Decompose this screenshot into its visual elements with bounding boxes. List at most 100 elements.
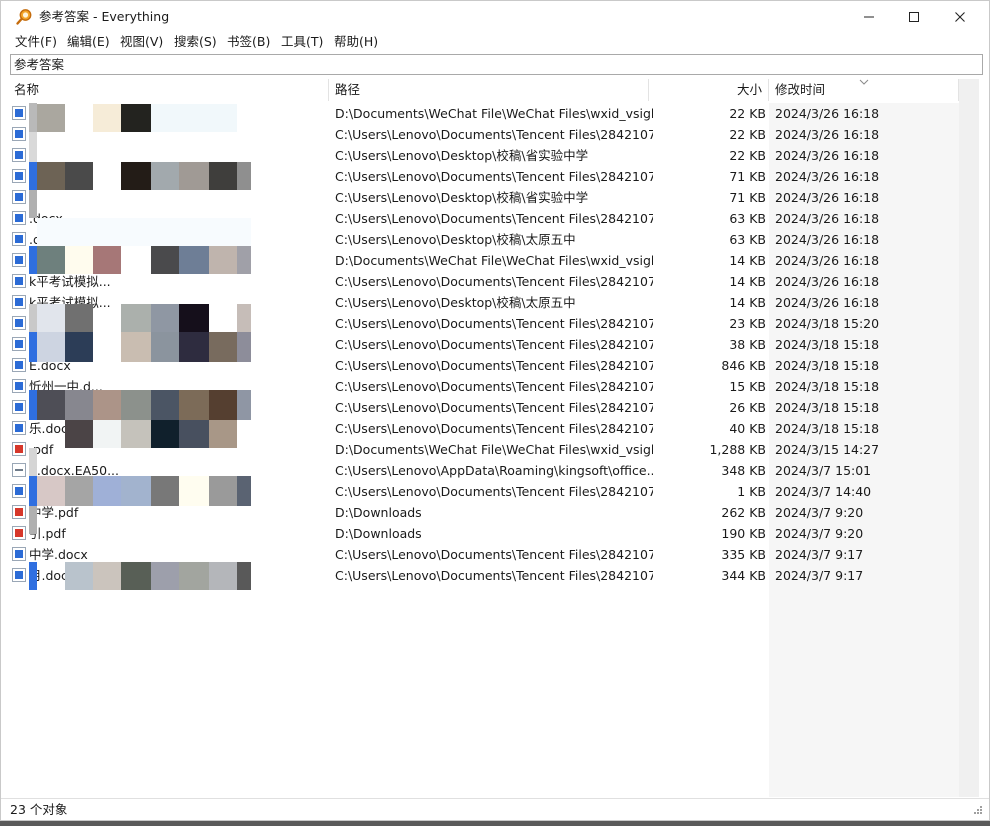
file-modified: 2024/3/26 16:18 [775, 274, 880, 289]
menu-file[interactable]: 文件(F) [15, 33, 57, 51]
word-document-icon [12, 190, 26, 204]
file-modified: 2024/3/26 16:18 [775, 169, 880, 184]
menu-search[interactable]: 搜索(S) [174, 33, 217, 51]
file-modified: 2024/3/18 15:18 [775, 421, 880, 436]
file-path: C:\Users\Lenovo\Documents\Tencent Files\… [335, 400, 653, 415]
file-path: C:\Users\Lenovo\Documents\Tencent Files\… [335, 358, 653, 373]
file-size: 71 KB [729, 190, 766, 205]
file-modified: 2024/3/26 16:18 [775, 232, 880, 247]
file-size: 344 KB [721, 568, 766, 583]
file-icon-mark [15, 382, 23, 390]
pdf-file-icon [12, 442, 26, 456]
column-modified[interactable]: 修改时间 [769, 79, 959, 101]
file-icon-mark [15, 340, 23, 348]
file-icon-mark [15, 445, 23, 453]
word-document-icon [12, 400, 26, 414]
file-path: C:\Users\Lenovo\Desktop\校稿\省实验中学 [335, 148, 589, 163]
search-magnifier-icon [16, 9, 32, 25]
file-size: 14 KB [729, 295, 766, 310]
file-path: C:\Users\Lenovo\Documents\Tencent Files\… [335, 421, 653, 436]
file-size: 335 KB [721, 547, 766, 562]
column-path[interactable]: 路径 [329, 79, 649, 101]
file-icon-mark [15, 172, 23, 180]
file-modified: 2024/3/18 15:18 [775, 400, 880, 415]
file-name: k平考试模拟... [29, 274, 111, 289]
resize-grip-icon[interactable] [971, 805, 983, 817]
file-size: 22 KB [729, 106, 766, 121]
file-path: C:\Users\Lenovo\AppData\Roaming\kingsoft… [335, 463, 653, 478]
file-modified: 2024/3/7 14:40 [775, 484, 872, 499]
pdf-file-icon [12, 526, 26, 540]
file-path: D:\Downloads [335, 505, 422, 520]
word-document-icon [12, 106, 26, 120]
file-icon-mark [15, 151, 23, 159]
file-icon-mark [15, 109, 23, 117]
menu-tools[interactable]: 工具(T) [281, 33, 323, 51]
vertical-scrollbar[interactable] [959, 79, 979, 797]
word-document-icon [12, 211, 26, 225]
word-document-icon [12, 316, 26, 330]
table-row[interactable]: x C:\Users\Lenovo\Desktop\校稿\省实验中学 71 KB 20… [9, 187, 959, 208]
pdf-file-icon [12, 505, 26, 519]
file-size: 262 KB [721, 505, 766, 520]
file-icon-mark [15, 403, 23, 411]
file-path: C:\Users\Lenovo\Documents\Tencent Files\… [335, 484, 653, 499]
file-modified: 2024/3/15 14:27 [775, 442, 880, 457]
file-size: 23 KB [729, 316, 766, 331]
table-row[interactable]: 引.pdf D:\Downloads 190 KB 2024/3/7 9:20 [9, 523, 959, 544]
file-size: 38 KB [729, 337, 766, 352]
word-document-icon [12, 148, 26, 162]
column-path-label: 路径 [335, 82, 361, 97]
menu-help[interactable]: 帮助(H) [334, 33, 378, 51]
search-input[interactable] [10, 54, 983, 75]
file-size: 63 KB [729, 232, 766, 247]
menu-bookmarks[interactable]: 书签(B) [227, 33, 270, 51]
maximize-button[interactable] [891, 1, 937, 32]
file-icon-mark [15, 550, 23, 558]
file-size: 71 KB [729, 169, 766, 184]
file-path: C:\Users\Lenovo\Desktop\校稿\省实验中学 [335, 190, 589, 205]
title-bar: 参考答案 - Everything [1, 1, 989, 32]
file-path: C:\Users\Lenovo\Documents\Tencent Files\… [335, 127, 653, 142]
table-row[interactable]: k平考试模拟... C:\Users\Lenovo\Documents\Tence… [9, 271, 959, 292]
file-modified: 2024/3/26 16:18 [775, 106, 880, 121]
file-size: 15 KB [729, 379, 766, 394]
window-title: 参考答案 - Everything [39, 9, 170, 24]
file-icon-mark [15, 193, 23, 201]
file-icon-mark [15, 571, 23, 579]
file-path: D:\Documents\WeChat File\WeChat Files\wx… [335, 106, 653, 121]
file-icon-mark [15, 361, 23, 369]
file-path: D:\Downloads [335, 526, 422, 541]
word-document-icon [12, 337, 26, 351]
file-size: 26 KB [729, 400, 766, 415]
file-size: 14 KB [729, 253, 766, 268]
close-icon [955, 11, 965, 22]
sort-descending-icon [859, 79, 869, 85]
column-header: 名称 路径 大小 修改时间 [9, 79, 959, 101]
file-modified: 2024/3/7 9:17 [775, 568, 864, 583]
file-icon-mark [15, 487, 23, 495]
close-button[interactable] [937, 1, 983, 32]
file-path: C:\Users\Lenovo\Documents\Tencent Files\… [335, 568, 653, 583]
file-modified: 2024/3/7 9:20 [775, 526, 864, 541]
file-size: 40 KB [729, 421, 766, 436]
minimize-button[interactable] [846, 1, 892, 32]
file-modified: 2024/3/26 16:18 [775, 211, 880, 226]
file-name: x [29, 187, 329, 208]
menu-view[interactable]: 视图(V) [120, 33, 163, 51]
file-modified: 2024/3/18 15:18 [775, 337, 880, 352]
menu-edit[interactable]: 编辑(E) [67, 33, 110, 51]
column-size[interactable]: 大小 [649, 79, 769, 101]
file-size: 22 KB [729, 127, 766, 142]
file-size: 190 KB [721, 526, 766, 541]
file-icon-mark [15, 235, 23, 243]
results-list: D:\Documents\WeChat File\WeChat Files\wx… [9, 103, 959, 797]
column-size-label: 大小 [736, 82, 762, 97]
word-document-icon [12, 169, 26, 183]
word-document-icon [12, 379, 26, 393]
word-document-icon [12, 568, 26, 582]
file-icon-mark [15, 469, 23, 471]
file-path: C:\Users\Lenovo\Documents\Tencent Files\… [335, 211, 653, 226]
column-name[interactable]: 名称 [9, 79, 329, 101]
file-modified: 2024/3/26 16:18 [775, 127, 880, 142]
